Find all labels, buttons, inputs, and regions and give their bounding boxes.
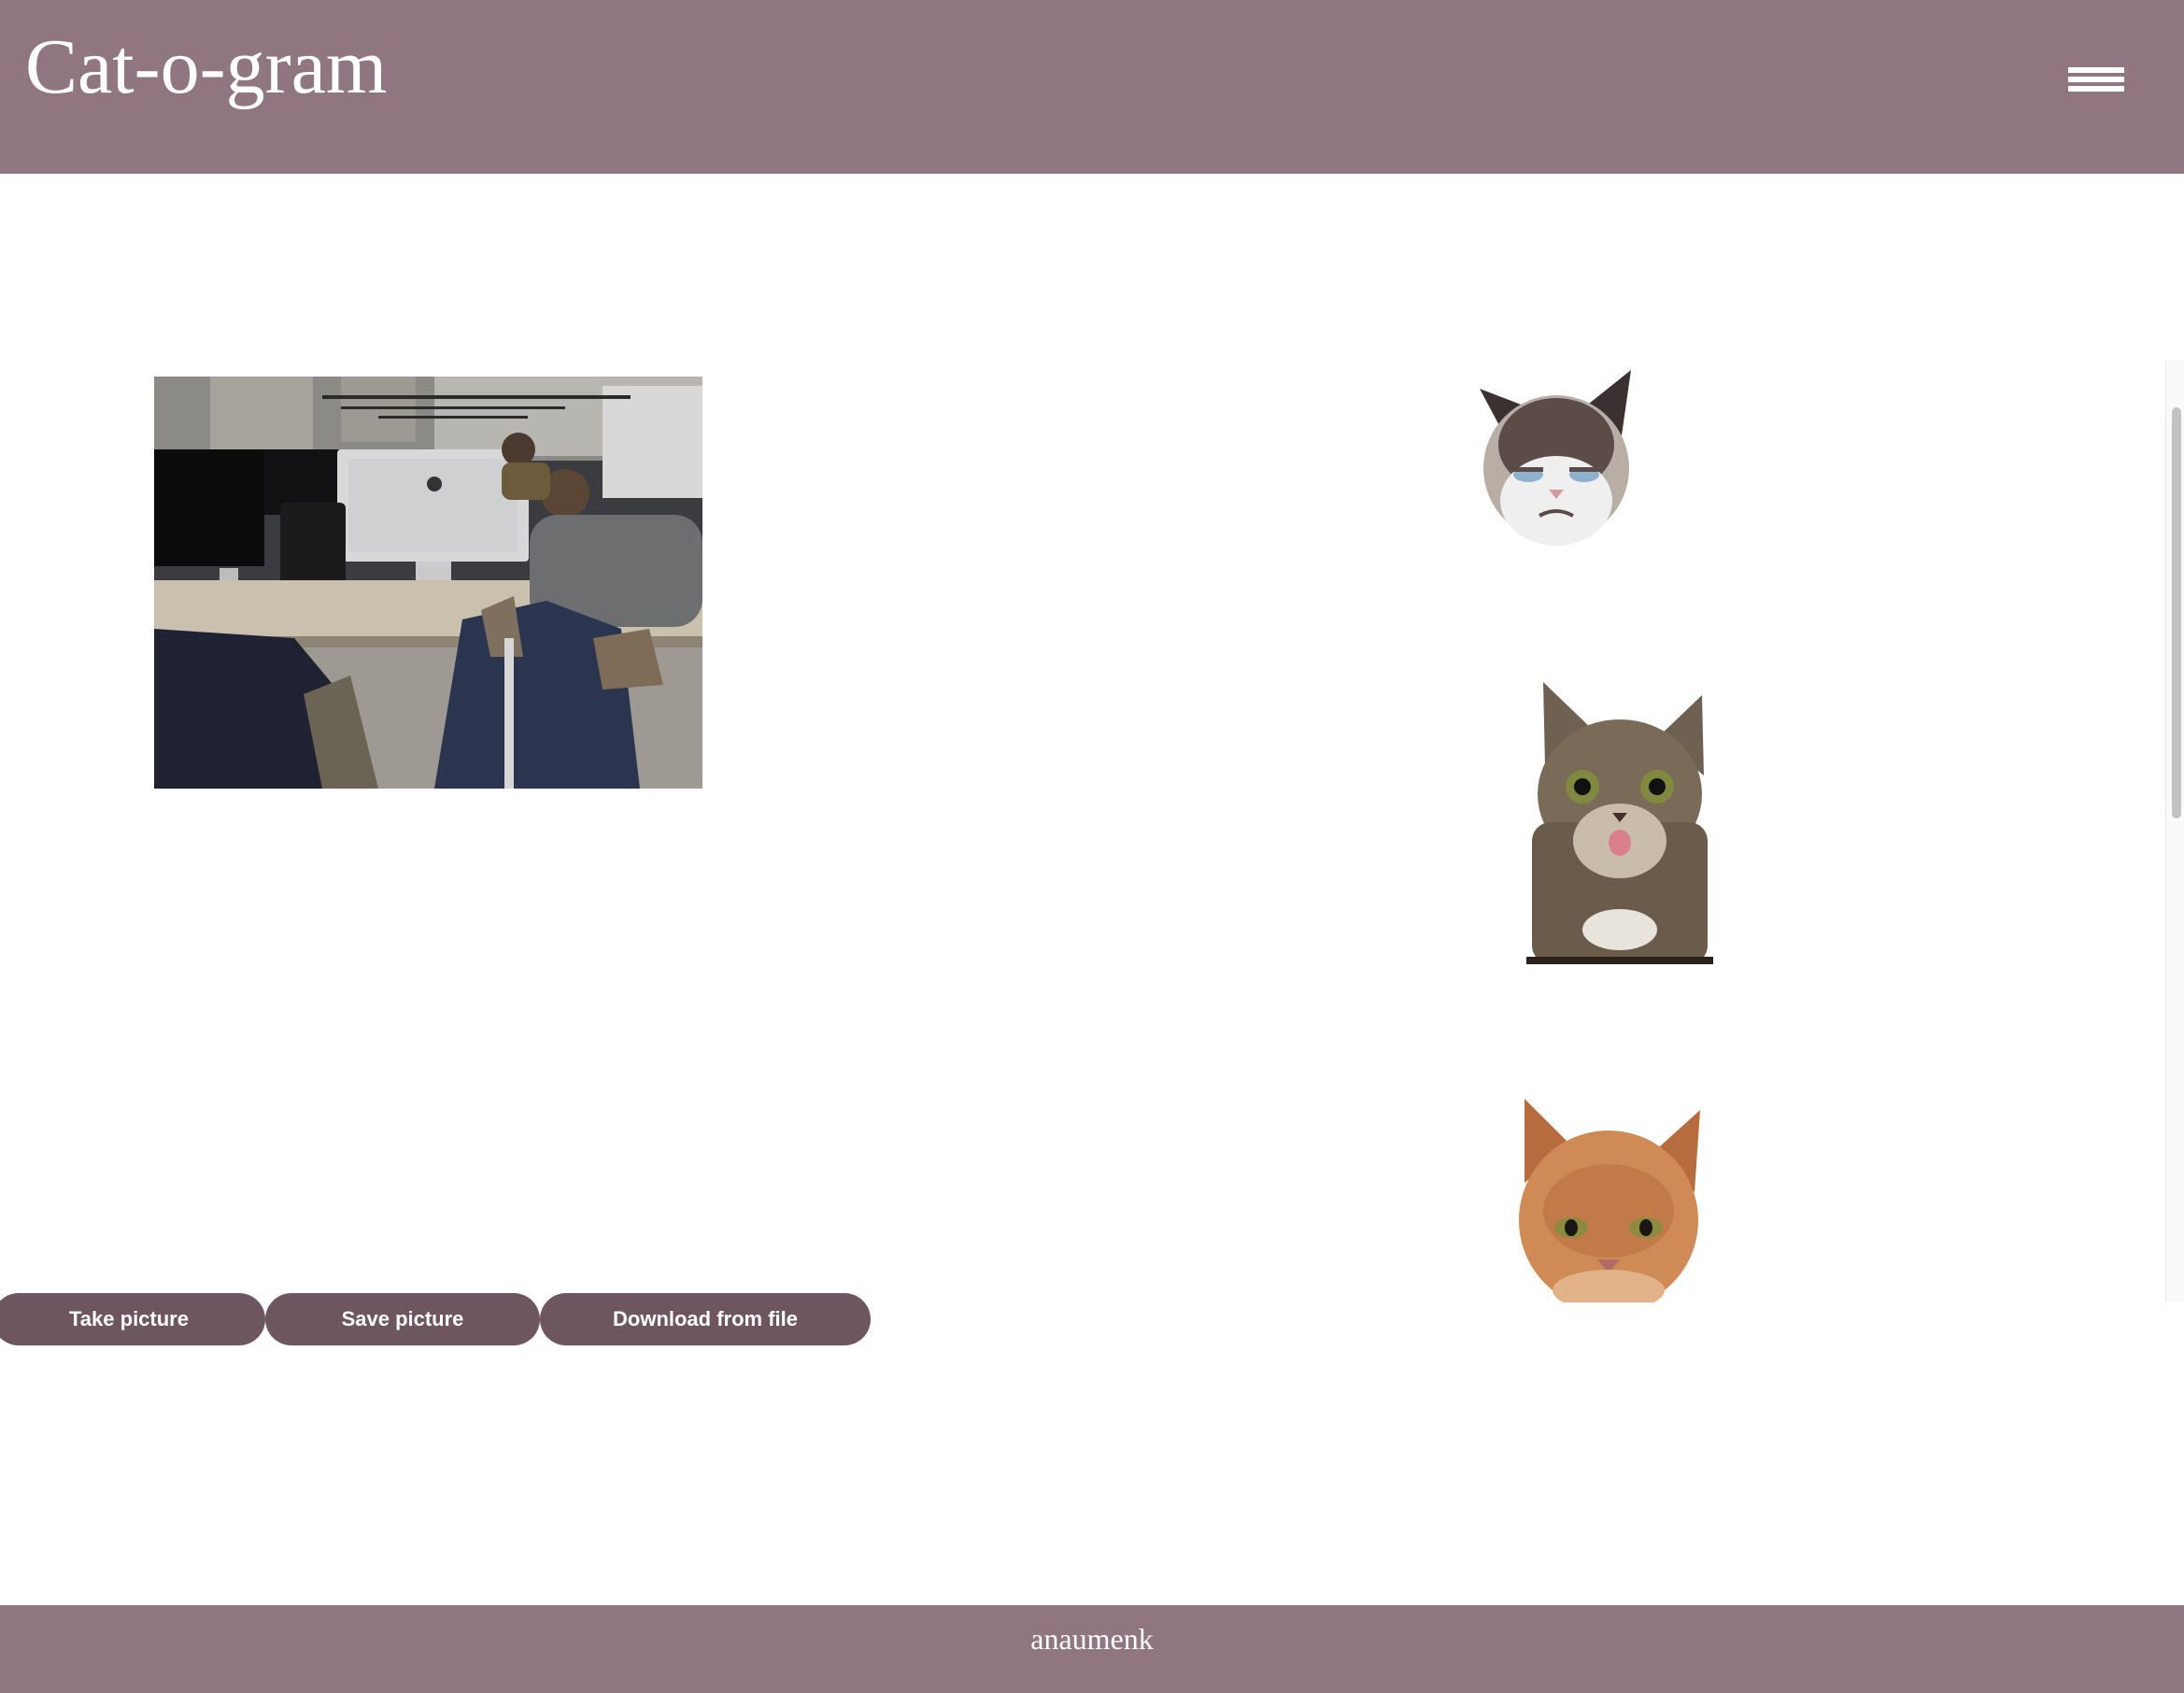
sticker-panel-scrollbar[interactable] [2165,361,2184,1302]
app-header: Cat-o-gram [0,0,2184,174]
app-title: Cat-o-gram [25,23,388,110]
scrollbar-thumb[interactable] [2172,407,2181,818]
orange-tabby-cat-image [1519,1099,1700,1302]
menu-bar [2068,67,2124,73]
download-from-file-button[interactable]: Download from file [540,1293,871,1345]
grumpy-cat-sticker[interactable] [1472,370,1640,548]
camera-preview [154,377,702,789]
hamburger-menu-icon[interactable] [2068,64,2128,99]
lil-bub-cat-sticker[interactable] [1526,682,1713,964]
menu-bar [2068,77,2124,82]
author-name: anaumenk [1030,1622,1154,1656]
take-picture-button[interactable]: Take picture [0,1293,265,1345]
save-picture-button[interactable]: Save picture [265,1293,540,1345]
grumpy-cat-image [1480,370,1631,546]
menu-bar [2068,86,2124,92]
camera-scene-image [154,377,702,789]
app-footer: anaumenk [0,1605,2184,1693]
orange-tabby-cat-sticker[interactable] [1515,1099,1706,1302]
sticker-panel[interactable] [1401,361,2184,1302]
lil-bub-cat-image [1526,682,1713,964]
